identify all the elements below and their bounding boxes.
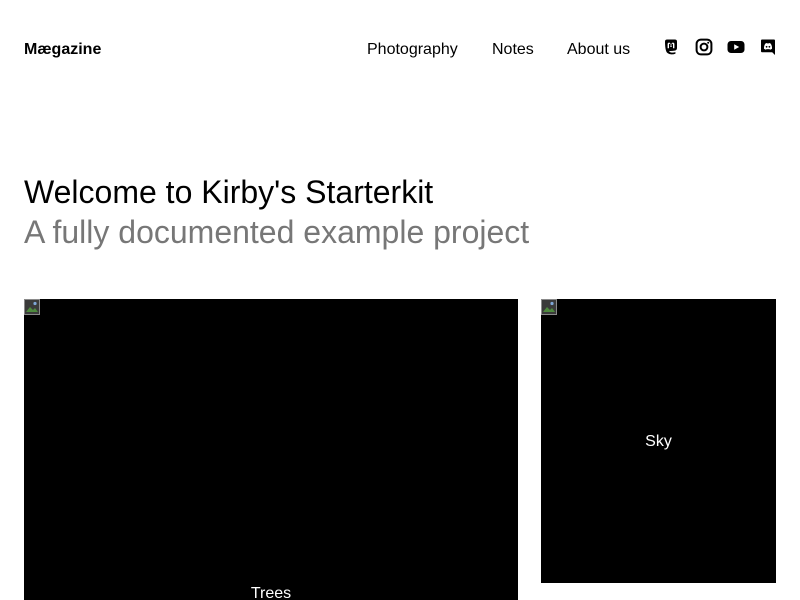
youtube-icon[interactable]: [727, 38, 745, 56]
menu-item-photography[interactable]: Photography: [367, 40, 458, 60]
intro-section: Welcome to Kirby's Starterkit A fully do…: [24, 172, 776, 252]
broken-image-icon: [541, 299, 557, 315]
site-logo-link[interactable]: Mægazine: [24, 40, 101, 60]
menu-item-notes[interactable]: Notes: [492, 40, 534, 60]
menu-item-about-us[interactable]: About us: [567, 40, 630, 60]
page-subtitle: A fully documented example project: [24, 214, 530, 250]
page-title: Welcome to Kirby's Starterkit: [24, 174, 434, 210]
instagram-icon[interactable]: [695, 38, 713, 56]
album-card-trees[interactable]: Trees: [24, 299, 518, 600]
album-caption: Trees: [250, 585, 292, 600]
mastodon-icon[interactable]: [662, 38, 680, 56]
broken-image-icon: [24, 299, 40, 315]
album-caption: Sky: [645, 433, 672, 450]
discord-icon[interactable]: [759, 38, 777, 56]
album-card-sky[interactable]: Sky: [541, 299, 776, 583]
site-header: Mægazine Photography Notes About us: [0, 0, 800, 100]
